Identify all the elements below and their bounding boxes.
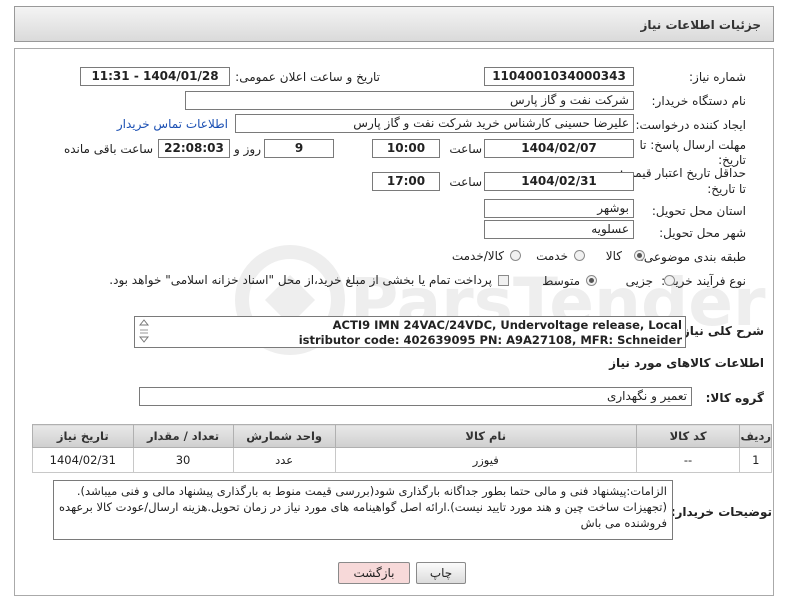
print-button[interactable]: چاپ — [416, 562, 466, 584]
table-row: 1 -- فیوزر عدد 30 1404/02/31 — [32, 447, 772, 473]
col-header-row-number: ردیف — [739, 424, 772, 448]
price-validity-date-field: 1404/02/31 — [484, 172, 634, 191]
reply-deadline-date-field: 1404/02/07 — [484, 139, 634, 158]
announce-datetime-field: 1404/01/28 - 11:31 — [80, 67, 230, 86]
delivery-province-field: بوشهر — [484, 199, 634, 218]
page-header: جزئیات اطلاعات نیاز — [14, 6, 774, 42]
reply-deadline-time-label: ساعت — [449, 142, 482, 156]
cell-row-number: 1 — [739, 447, 772, 473]
col-header-need-date: تاریخ نیاز — [32, 424, 134, 448]
col-header-item-name: نام کالا — [334, 424, 637, 448]
cell-need-date: 1404/02/31 — [32, 447, 134, 473]
process-radio-minor[interactable] — [664, 275, 675, 286]
need-number-label: شماره نیاز: — [689, 70, 746, 84]
price-validity-label-line1: حداقل تاریخ اعتبار قیمت: — [619, 166, 746, 180]
treasury-bonds-checkbox[interactable] — [498, 275, 509, 286]
delivery-province-label: استان محل تحویل: — [651, 204, 746, 218]
resize-scroll-icon[interactable] — [138, 318, 150, 344]
remaining-days-label: روز و — [234, 142, 261, 156]
price-validity-label-line2: تا تاریخ: — [707, 182, 746, 196]
category-option-service: خدمت — [536, 249, 568, 263]
back-button[interactable]: بازگشت — [338, 562, 410, 584]
category-option-both: کالا/خدمت — [451, 249, 504, 263]
buyer-org-label: نام دستگاه خریدار: — [651, 94, 747, 108]
category-option-goods: کالا — [605, 249, 622, 263]
reply-deadline-time-field: 10:00 — [372, 139, 440, 158]
remaining-days-field: 9 — [264, 139, 334, 158]
need-number-field: 1104001034000343 — [484, 67, 634, 86]
process-option-medium: متوسط — [542, 274, 580, 288]
buyer-contact-link[interactable]: اطلاعات تماس خریدار — [117, 117, 228, 131]
price-validity-time-label: ساعت — [449, 175, 482, 189]
treasury-bonds-text: پرداخت تمام یا بخشی از مبلغ خرید،از محل … — [109, 273, 492, 287]
requester-label: ایجاد کننده درخواست: — [635, 118, 746, 132]
cell-quantity: 30 — [132, 447, 234, 473]
item-group-label: گروه کالا: — [705, 391, 764, 405]
cell-item-code: -- — [635, 447, 741, 473]
requester-field: علیرضا حسینی کارشناس خرید شرکت نفت و گاز… — [235, 114, 634, 133]
price-validity-time-field: 17:00 — [372, 172, 440, 191]
remaining-time-label: ساعت باقی مانده — [63, 142, 153, 156]
general-description-box[interactable]: ACTI9 IMN 24VAC/24VDC, Undervoltage rele… — [134, 316, 686, 348]
items-section-title: اطلاعات کالاهای مورد نیاز — [609, 356, 764, 370]
description-line-2: istributor code: 402639095 PN: A9A27108,… — [298, 333, 682, 347]
col-header-quantity: تعداد / مقدار — [132, 424, 234, 448]
buyer-notes-box[interactable]: الزامات:پیشنهاد فنی و مالی حتما بطور جدا… — [53, 480, 673, 540]
general-description-label: شرح کلی نیاز: — [678, 324, 764, 338]
category-radio-service[interactable] — [574, 250, 585, 261]
announce-datetime-label: تاریخ و ساعت اعلان عمومی: — [235, 70, 380, 84]
description-line-1: ACTI9 IMN 24VAC/24VDC, Undervoltage rele… — [332, 318, 682, 332]
remaining-time-field: 22:08:03 — [158, 139, 230, 158]
category-radio-both[interactable] — [510, 250, 521, 261]
process-option-minor: جزیی — [625, 274, 653, 288]
category-radio-goods[interactable] — [634, 250, 645, 261]
item-group-field: تعمیر و نگهداری — [139, 387, 692, 406]
reply-deadline-label-line1: مهلت ارسال پاسخ: تا — [639, 138, 746, 152]
items-table: ردیف کد کالا نام کالا واحد شمارش تعداد /… — [32, 424, 772, 473]
items-table-header: ردیف کد کالا نام کالا واحد شمارش تعداد /… — [32, 424, 772, 448]
category-label: طبقه بندی موضوعی: — [639, 250, 746, 264]
process-radio-medium[interactable] — [586, 275, 597, 286]
delivery-city-label: شهر محل تحویل: — [659, 226, 746, 240]
delivery-city-field: عسلویه — [484, 220, 634, 239]
cell-unit: عدد — [232, 447, 336, 473]
buyer-notes-label: توضیحات خریدار: — [670, 505, 772, 519]
page-title: جزئیات اطلاعات نیاز — [640, 18, 761, 32]
col-header-unit: واحد شمارش — [232, 424, 336, 448]
reply-deadline-label-line2: تاریخ: — [718, 153, 746, 167]
col-header-item-code: کد کالا — [635, 424, 741, 448]
cell-item-name: فیوزر — [334, 447, 637, 473]
buyer-org-field: شرکت نفت و گاز پارس — [185, 91, 634, 110]
